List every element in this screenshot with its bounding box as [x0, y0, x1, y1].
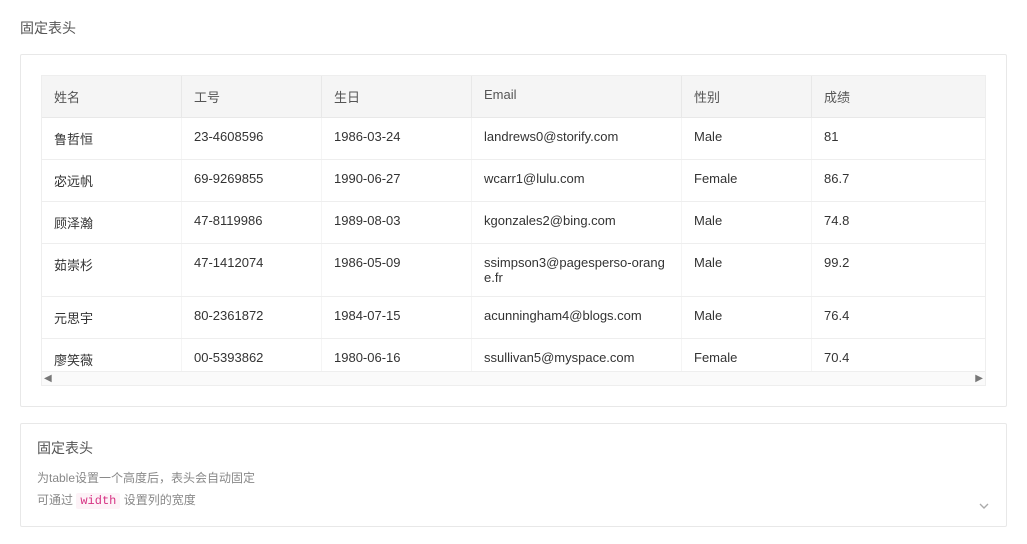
cell-name: 茹崇杉	[42, 244, 182, 296]
cell-sex: Female	[682, 160, 812, 201]
col-header-name: 姓名	[42, 76, 182, 117]
cell-id: 69-9269855	[182, 160, 322, 201]
cell-sex: Male	[682, 118, 812, 159]
table-row[interactable]: 顾泽瀚47-81199861989-08-03kgonzales2@bing.c…	[42, 202, 985, 244]
cell-bday: 1990-06-27	[322, 160, 472, 201]
cell-bday: 1986-03-24	[322, 118, 472, 159]
table-row[interactable]: 鲁哲恒23-46085961986-03-24landrews0@storify…	[42, 118, 985, 160]
description-text: 设置列的宽度	[120, 493, 195, 507]
cell-sex: Female	[682, 339, 812, 371]
col-header-id: 工号	[182, 76, 322, 117]
description-text: 可通过	[37, 493, 76, 507]
width-code: width	[76, 493, 120, 509]
cell-id: 47-1412074	[182, 244, 322, 296]
cell-id: 80-2361872	[182, 297, 322, 338]
cell-id: 00-5393862	[182, 339, 322, 371]
cell-score: 86.7	[812, 160, 937, 201]
scroll-left-icon[interactable]: ◀	[44, 373, 52, 384]
cell-sex: Male	[682, 244, 812, 296]
col-header-email: Email	[472, 76, 682, 117]
cell-email: kgonzales2@bing.com	[472, 202, 682, 243]
cell-email: ssullivan5@myspace.com	[472, 339, 682, 371]
cell-name: 顾泽瀚	[42, 202, 182, 243]
cell-name: 鲁哲恒	[42, 118, 182, 159]
cell-sex: Male	[682, 202, 812, 243]
cell-bday: 1989-08-03	[322, 202, 472, 243]
table-row[interactable]: 廖笑薇00-53938621980-06-16ssullivan5@myspac…	[42, 339, 985, 371]
cell-bday: 1980-06-16	[322, 339, 472, 371]
cell-email: acunningham4@blogs.com	[472, 297, 682, 338]
cell-bday: 1986-05-09	[322, 244, 472, 296]
cell-id: 23-4608596	[182, 118, 322, 159]
cell-email: wcarr1@lulu.com	[472, 160, 682, 201]
col-header-sex: 性别	[682, 76, 812, 117]
description-line-1: 为table设置一个高度后，表头会自动固定	[37, 468, 990, 490]
cell-score: 81	[812, 118, 937, 159]
table-body[interactable]: 鲁哲恒23-46085961986-03-24landrews0@storify…	[42, 118, 985, 371]
chevron-down-icon[interactable]	[976, 498, 992, 514]
cell-score: 74.8	[812, 202, 937, 243]
cell-id: 47-8119986	[182, 202, 322, 243]
cell-score: 70.4	[812, 339, 937, 371]
cell-score: 76.4	[812, 297, 937, 338]
table-row[interactable]: 茹崇杉47-14120741986-05-09ssimpson3@pagespe…	[42, 244, 985, 297]
horizontal-scrollbar[interactable]: ◀ ▶	[42, 371, 985, 385]
table-row[interactable]: 元思宇80-23618721984-07-15acunningham4@blog…	[42, 297, 985, 339]
cell-name: 宓远帆	[42, 160, 182, 201]
table-header-row: 姓名 工号 生日 Email 性别 成绩	[42, 76, 985, 118]
col-header-bday: 生日	[322, 76, 472, 117]
description-card: 固定表头 为table设置一个高度后，表头会自动固定 可通过 width 设置列…	[20, 423, 1007, 527]
cell-sex: Male	[682, 297, 812, 338]
scroll-right-icon[interactable]: ▶	[975, 373, 983, 384]
description-line-2: 可通过 width 设置列的宽度	[37, 490, 990, 513]
description-title: 固定表头	[37, 438, 990, 458]
table-card: 姓名 工号 生日 Email 性别 成绩 鲁哲恒23-46085961986-0…	[20, 54, 1007, 407]
cell-bday: 1984-07-15	[322, 297, 472, 338]
table-row[interactable]: 宓远帆69-92698551990-06-27wcarr1@lulu.comFe…	[42, 160, 985, 202]
cell-name: 廖笑薇	[42, 339, 182, 371]
col-header-score: 成绩	[812, 76, 937, 117]
data-table: 姓名 工号 生日 Email 性别 成绩 鲁哲恒23-46085961986-0…	[41, 75, 986, 386]
cell-score: 99.2	[812, 244, 937, 296]
cell-name: 元思宇	[42, 297, 182, 338]
page-title: 固定表头	[20, 18, 1007, 38]
cell-email: landrews0@storify.com	[472, 118, 682, 159]
cell-email: ssimpson3@pagesperso-orange.fr	[472, 244, 682, 296]
